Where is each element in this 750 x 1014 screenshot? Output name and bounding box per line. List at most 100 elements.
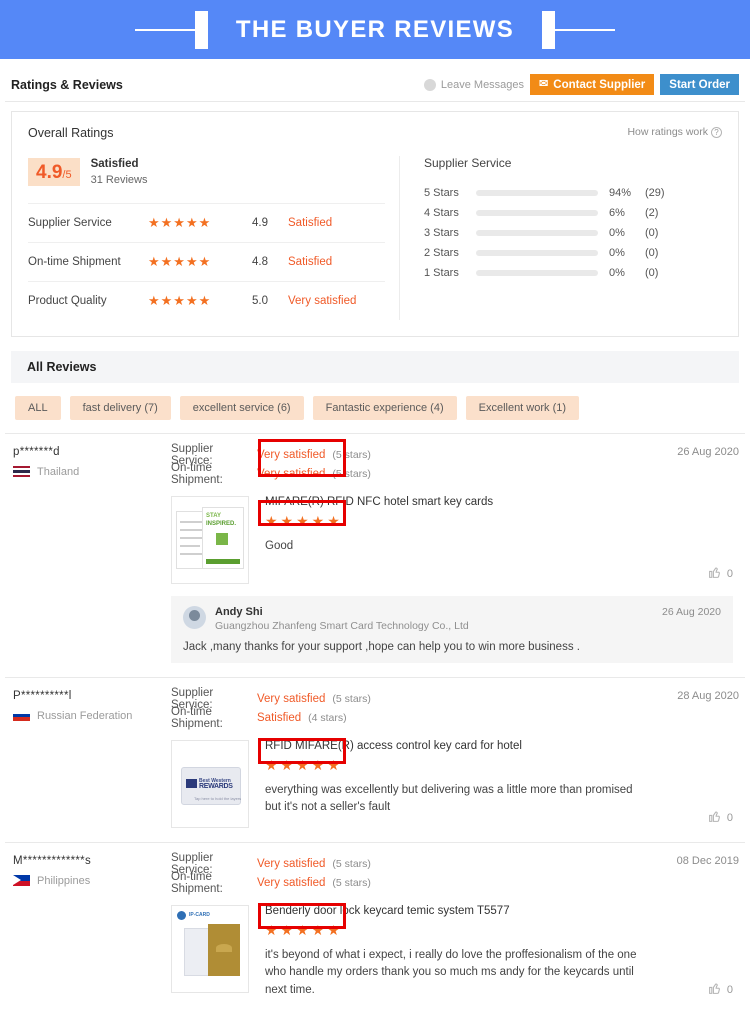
filter-tag-excellent-service[interactable]: excellent service (6) <box>179 395 304 420</box>
like-count: 0 <box>726 567 733 580</box>
leave-messages-button[interactable]: Leave Messages <box>423 78 524 91</box>
review-scores: Supplier Service: Very satisfied (5 star… <box>171 852 669 895</box>
page-content: Ratings & Reviews Leave Messages ✉ Conta… <box>0 68 750 1014</box>
distribution-label: 1 Stars <box>424 267 459 279</box>
distribution-percent: 0% <box>609 247 625 259</box>
overall-score-denominator: /5 <box>62 169 72 182</box>
review-content: RFID MIFARE(R) access control key card f… <box>249 740 739 828</box>
start-order-button[interactable]: Start Order <box>660 74 739 95</box>
banner-line-left <box>134 28 195 31</box>
product-thumbnail[interactable]: IP-CARD <box>171 904 249 993</box>
review-item: P**********l Russian Federation Supplier… <box>5 676 745 842</box>
review-scores: Supplier Service: Very satisfied (5 star… <box>171 443 669 486</box>
review-text: Good <box>265 539 294 552</box>
country-label: Russian Federation <box>37 709 133 722</box>
review-star-rating: ★★★★★ <box>265 921 343 938</box>
overall-ratings-columns: 4.9/5 Satisfied 31 Reviews Supplier Serv… <box>28 156 722 320</box>
metric-stars: ★★★★★ <box>148 293 212 309</box>
distribution-count: (29) <box>645 187 665 199</box>
metric-name: On-time Shipment <box>28 255 121 268</box>
filter-tag-all[interactable]: ALL <box>15 395 61 420</box>
review-content: MIFARE(R) RFID NFC hotel smart key cards… <box>249 496 739 584</box>
banner-bar-right <box>542 10 556 49</box>
product-thumbnail[interactable]: STAY INSPIRED. <box>171 495 249 584</box>
country-label: Thailand <box>37 465 80 478</box>
like-counter[interactable]: 0 <box>708 810 733 826</box>
metric-name: Supplier Service <box>28 216 112 229</box>
metric-word: Very satisfied <box>288 294 357 307</box>
distribution-label: 2 Stars <box>424 247 459 259</box>
product-title[interactable]: Benderly door lock keycard temic system … <box>265 905 739 917</box>
supplier-service-word: Very satisfied <box>257 449 326 462</box>
distribution-track <box>476 230 598 236</box>
review-filter-tags: ALL fast delivery (7) excellent service … <box>5 383 745 433</box>
supplier-service-distribution: Supplier Service 5 Stars 94% (29) 4 Star… <box>400 156 722 320</box>
thumbs-up-icon <box>708 810 721 826</box>
metric-name: Product Quality <box>28 294 107 307</box>
contact-supplier-button[interactable]: ✉ Contact Supplier <box>530 74 655 95</box>
filter-tag-fantastic-experience[interactable]: Fantastic experience (4) <box>312 395 457 420</box>
supplier-reply-date: 26 Aug 2020 <box>662 605 721 618</box>
page-banner: THE BUYER REVIEWS <box>0 0 750 59</box>
product-title[interactable]: RFID MIFARE(R) access control key card f… <box>265 740 739 752</box>
how-ratings-work-link[interactable]: How ratings work ? <box>627 126 722 138</box>
filter-tag-fast-delivery[interactable]: fast delivery (7) <box>69 395 171 420</box>
reviewer-country: Philippines <box>13 875 171 887</box>
overall-ratings-card: Overall Ratings How ratings work ? 4.9/5… <box>11 111 739 337</box>
contact-supplier-label: Contact Supplier <box>553 78 646 91</box>
reviewer-name: M*************s <box>13 854 92 867</box>
review-header: p*******d Thailand Supplier Service: Ver… <box>13 443 739 486</box>
review-header: P**********l Russian Federation Supplier… <box>13 687 739 731</box>
supplier-service-word: Very satisfied <box>257 693 326 706</box>
distribution-row: 4 Stars 6% (2) <box>424 203 722 223</box>
distribution-percent: 0% <box>609 227 625 239</box>
overall-score-word: Satisfied <box>90 158 139 170</box>
distribution-track <box>476 190 598 196</box>
distribution-row: 3 Stars 0% (0) <box>424 223 722 243</box>
review-body: IP-CARD Benderly door lock keycard temic… <box>13 904 739 1000</box>
overall-score-label: Satisfied 31 Reviews <box>91 156 148 189</box>
ratings-reviews-header: Ratings & Reviews Leave Messages ✉ Conta… <box>5 68 745 102</box>
shipment-stars: (5 stars) <box>332 468 371 481</box>
like-count: 0 <box>726 984 733 997</box>
review-item: p*******d Thailand Supplier Service: Ver… <box>5 432 745 677</box>
supplier-reply-meta: Andy Shi Guangzhou Zhanfeng Smart Card T… <box>206 606 469 632</box>
distribution-label: 4 Stars <box>424 207 459 219</box>
distribution-percent: 0% <box>609 267 625 279</box>
distribution-count: (0) <box>645 247 659 259</box>
shipment-label: On-time Shipment: <box>171 706 223 731</box>
product-thumbnail[interactable]: Best Western REWARDS Tap here to hold th… <box>171 739 249 828</box>
distribution-title: Supplier Service <box>424 156 512 170</box>
reviewer-info: M*************s Philippines <box>13 855 171 893</box>
all-reviews-title: All Reviews <box>27 359 97 374</box>
like-counter[interactable]: 0 <box>708 566 733 582</box>
distribution-count: (0) <box>645 227 659 239</box>
review-item: M*************s Philippines Supplier Ser… <box>5 841 745 1014</box>
metric-row: On-time Shipment ★★★★★ 4.8 Satisfied <box>28 241 385 281</box>
distribution-count: (2) <box>645 207 659 219</box>
product-title[interactable]: MIFARE(R) RFID NFC hotel smart key cards <box>265 496 739 508</box>
country-label: Philippines <box>37 874 91 887</box>
supplier-service-stars: (5 stars) <box>332 858 371 871</box>
supplier-name: Andy Shi <box>215 605 263 618</box>
overall-ratings-title: Overall Ratings <box>28 126 114 140</box>
distribution-track <box>476 210 598 216</box>
metric-row: Product Quality ★★★★★ 5.0 Very satisfied <box>28 280 385 320</box>
review-scores: Supplier Service: Very satisfied (5 star… <box>171 687 669 731</box>
distribution-label: 5 Stars <box>424 187 459 199</box>
review-date: 26 Aug 2020 <box>677 445 739 458</box>
overall-score-badge: 4.9/5 <box>28 158 80 187</box>
like-counter[interactable]: 0 <box>708 982 733 998</box>
ratings-summary-column: 4.9/5 Satisfied 31 Reviews Supplier Serv… <box>28 156 400 320</box>
distribution-row: 5 Stars 94% (29) <box>424 183 722 203</box>
distribution-row: 1 Stars 0% (0) <box>424 263 722 283</box>
filter-tag-excellent-work[interactable]: Excellent work (1) <box>465 395 580 420</box>
shipment-score: On-time Shipment: Satisfied (4 stars) <box>171 706 669 731</box>
banner-title: THE BUYER REVIEWS <box>235 15 515 43</box>
review-star-rating: ★★★★★ <box>265 756 343 773</box>
distribution-count: (0) <box>645 267 659 279</box>
review-body: Best Western REWARDS Tap here to hold th… <box>13 739 739 828</box>
shipment-stars: (4 stars) <box>308 712 347 725</box>
distribution-percent: 6% <box>609 207 625 219</box>
metric-stars: ★★★★★ <box>148 215 212 231</box>
